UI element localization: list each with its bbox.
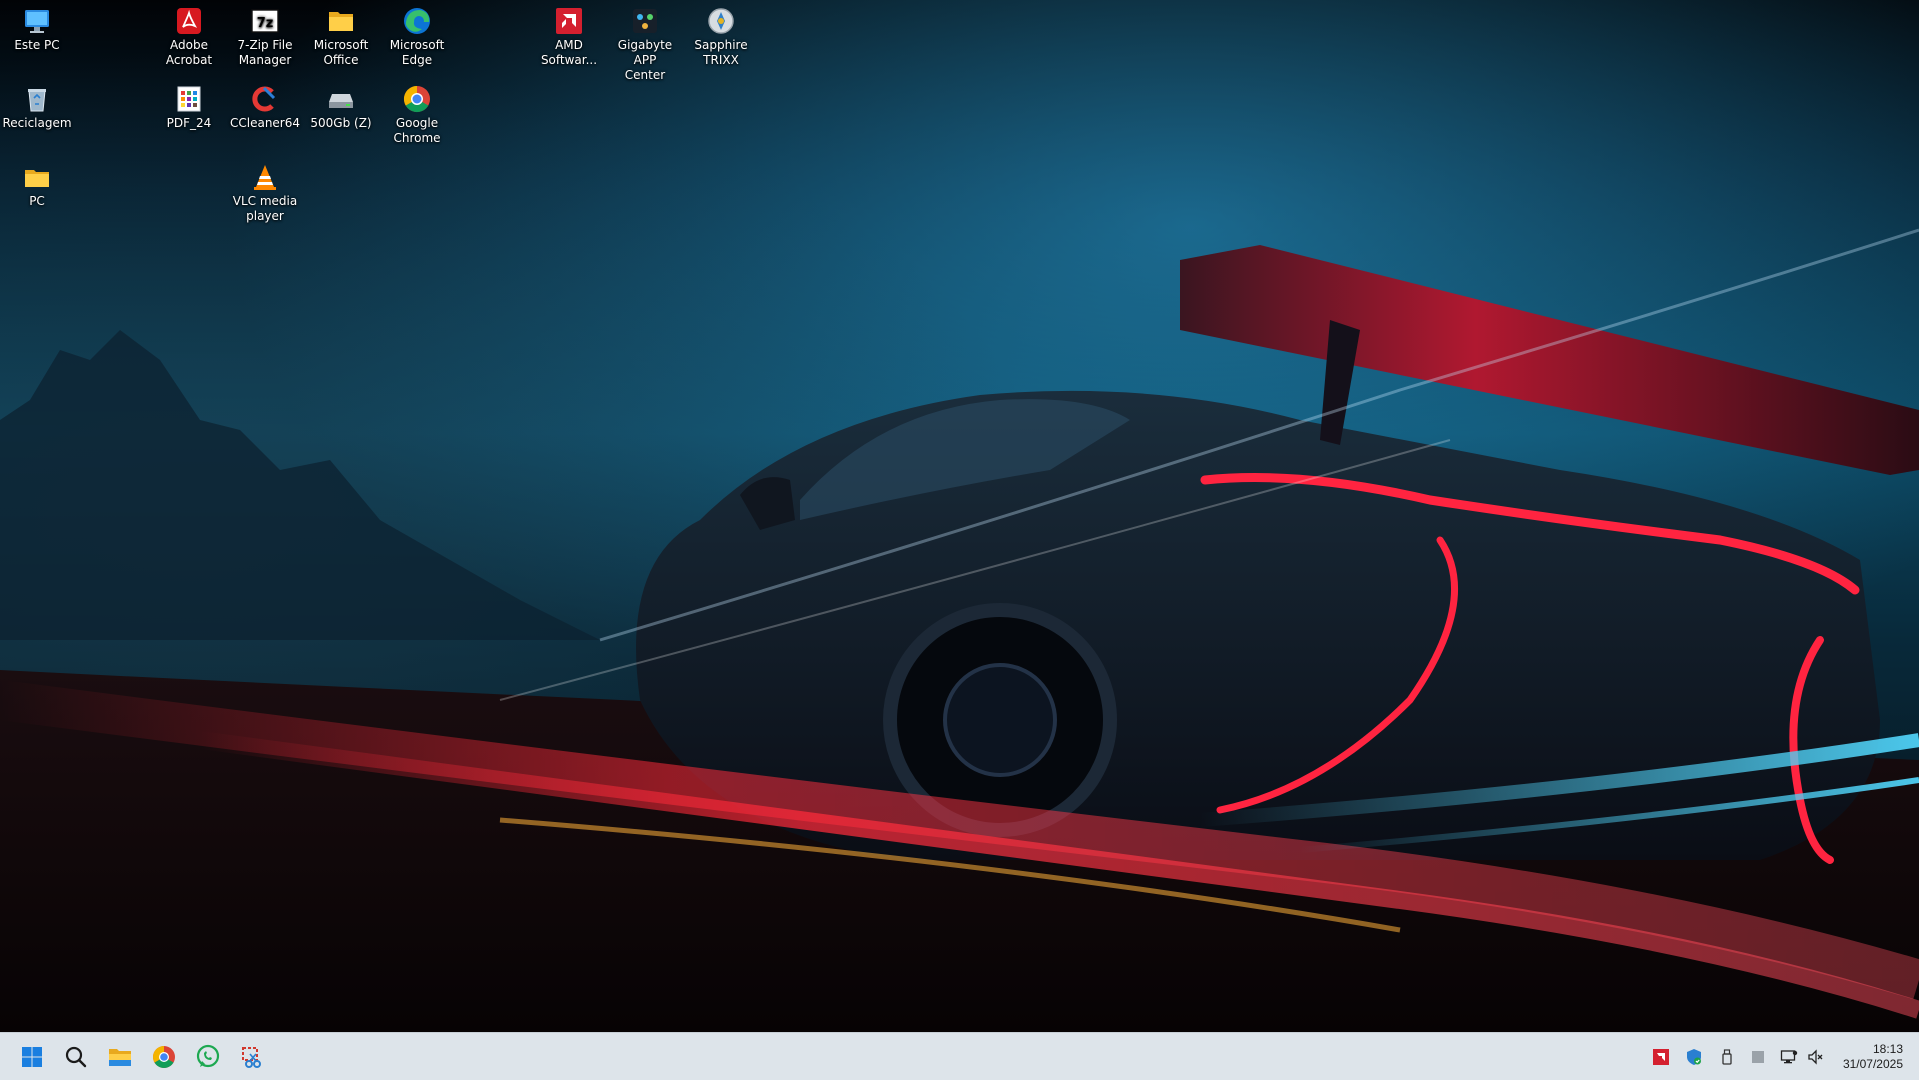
windows-security-icon: [1687, 1049, 1701, 1065]
desktop-icon-label: 500Gb (Z): [310, 116, 372, 130]
desktop-icon-label: Microsoft Office: [313, 38, 369, 67]
chrome-icon: [402, 84, 432, 114]
network-icon: [1780, 1050, 1798, 1064]
amd-icon: [554, 6, 584, 36]
amd-icon: [1653, 1049, 1669, 1065]
taskbar-whatsapp[interactable]: [191, 1040, 225, 1074]
desktop-icon-label: CCleaner64: [229, 116, 301, 130]
desktop-icon-este-pc[interactable]: Este PC: [0, 0, 75, 53]
desktop-icon-pc-folder[interactable]: PC: [0, 156, 75, 209]
svg-text:7z: 7z: [257, 16, 274, 31]
desktop-icon-vlc[interactable]: VLC media player: [227, 156, 303, 224]
snipping-tool-icon: [242, 1047, 261, 1068]
recycle-bin-icon: [22, 84, 52, 114]
taskbar-chrome[interactable]: [147, 1040, 181, 1074]
search-icon: [65, 1046, 87, 1068]
desktop-icon-label: 7-Zip File Manager: [237, 38, 293, 67]
tray-amd[interactable]: [1652, 1048, 1670, 1066]
desktop-icon-label: Este PC: [14, 38, 60, 52]
desktop-icon-label: PC: [29, 194, 45, 208]
desktop-icon-adobe-acrobat[interactable]: Adobe Acrobat: [151, 0, 227, 68]
desktop-icon-microsoft-edge[interactable]: Microsoft Edge: [379, 0, 455, 68]
whatsapp-icon: [196, 1044, 220, 1068]
taskbar-file-explorer[interactable]: [103, 1040, 137, 1074]
monitor-icon: [22, 6, 52, 36]
ccleaner-icon: [250, 84, 280, 114]
desktop-icon-microsoft-office[interactable]: Microsoft Office: [303, 0, 379, 68]
app-icon: [1752, 1051, 1764, 1063]
chrome-icon: [153, 1046, 175, 1068]
7zip-icon: 7z: [250, 6, 280, 36]
desktop-icon-drive-z[interactable]: 500Gb (Z): [303, 78, 379, 131]
clock-date: 31/07/2025: [1842, 1057, 1903, 1071]
desktop-icon-label: Adobe Acrobat: [165, 38, 213, 67]
folder-icon: [326, 6, 356, 36]
desktop-icon-sapphire-trixx[interactable]: Sapphire TRIXX: [683, 0, 759, 68]
start-button[interactable]: [15, 1040, 49, 1074]
desktop-icon-label: Gigabyte APP Center: [617, 38, 673, 82]
taskbar: 18:13 31/07/2025: [0, 1032, 1919, 1080]
vlc-icon: [250, 162, 280, 192]
file-explorer-icon: [109, 1049, 131, 1066]
windows-start-icon: [22, 1047, 42, 1067]
tray-usb[interactable]: [1718, 1048, 1736, 1066]
tray-app[interactable]: [1749, 1048, 1767, 1066]
desktop-icon-reciclagem[interactable]: Reciclagem: [0, 78, 75, 131]
desktop-icon-label: Microsoft Edge: [389, 38, 445, 67]
desktop-icon-amd-software[interactable]: AMD Softwar...: [531, 0, 607, 68]
desktop-icon-label: Sapphire TRIXX: [694, 38, 748, 67]
acrobat-icon: [174, 6, 204, 36]
usb-icon: [1722, 1049, 1732, 1065]
tray-network[interactable]: [1780, 1048, 1798, 1066]
desktop-icon-7zip[interactable]: 7z 7-Zip File Manager: [227, 0, 303, 68]
desktop-icon-label: AMD Softwar...: [540, 38, 598, 67]
pdf24-icon: [174, 84, 204, 114]
clock-time: 18:13: [1872, 1042, 1903, 1056]
edge-icon: [402, 6, 432, 36]
search-button[interactable]: [59, 1040, 93, 1074]
taskbar-snipping-tool[interactable]: [235, 1040, 269, 1074]
trixx-icon: [706, 6, 736, 36]
desktop-wallpaper: [0, 0, 1919, 1032]
desktop-icon-label: PDF_24: [166, 116, 212, 130]
desktop-icon-label: Google Chrome: [393, 116, 441, 145]
desktop-icon-label: VLC media player: [232, 194, 298, 223]
tray-volume[interactable]: [1807, 1048, 1825, 1066]
desktop-icon-pdf24[interactable]: PDF_24: [151, 78, 227, 131]
tray-security[interactable]: [1685, 1048, 1703, 1066]
desktop-icon-google-chrome[interactable]: Google Chrome: [379, 78, 455, 146]
desktop-icon-ccleaner[interactable]: CCleaner64: [227, 78, 303, 131]
folder-icon: [22, 162, 52, 192]
desktop-icon-gigabyte-app-center[interactable]: Gigabyte APP Center: [607, 0, 683, 83]
taskbar-clock[interactable]: 18:13 31/07/2025: [1843, 1042, 1903, 1072]
volume-muted-icon: [1808, 1049, 1823, 1065]
desktop-icon-label: Reciclagem: [2, 116, 72, 130]
gigabyte-icon: [630, 6, 660, 36]
drive-icon: [326, 84, 356, 114]
